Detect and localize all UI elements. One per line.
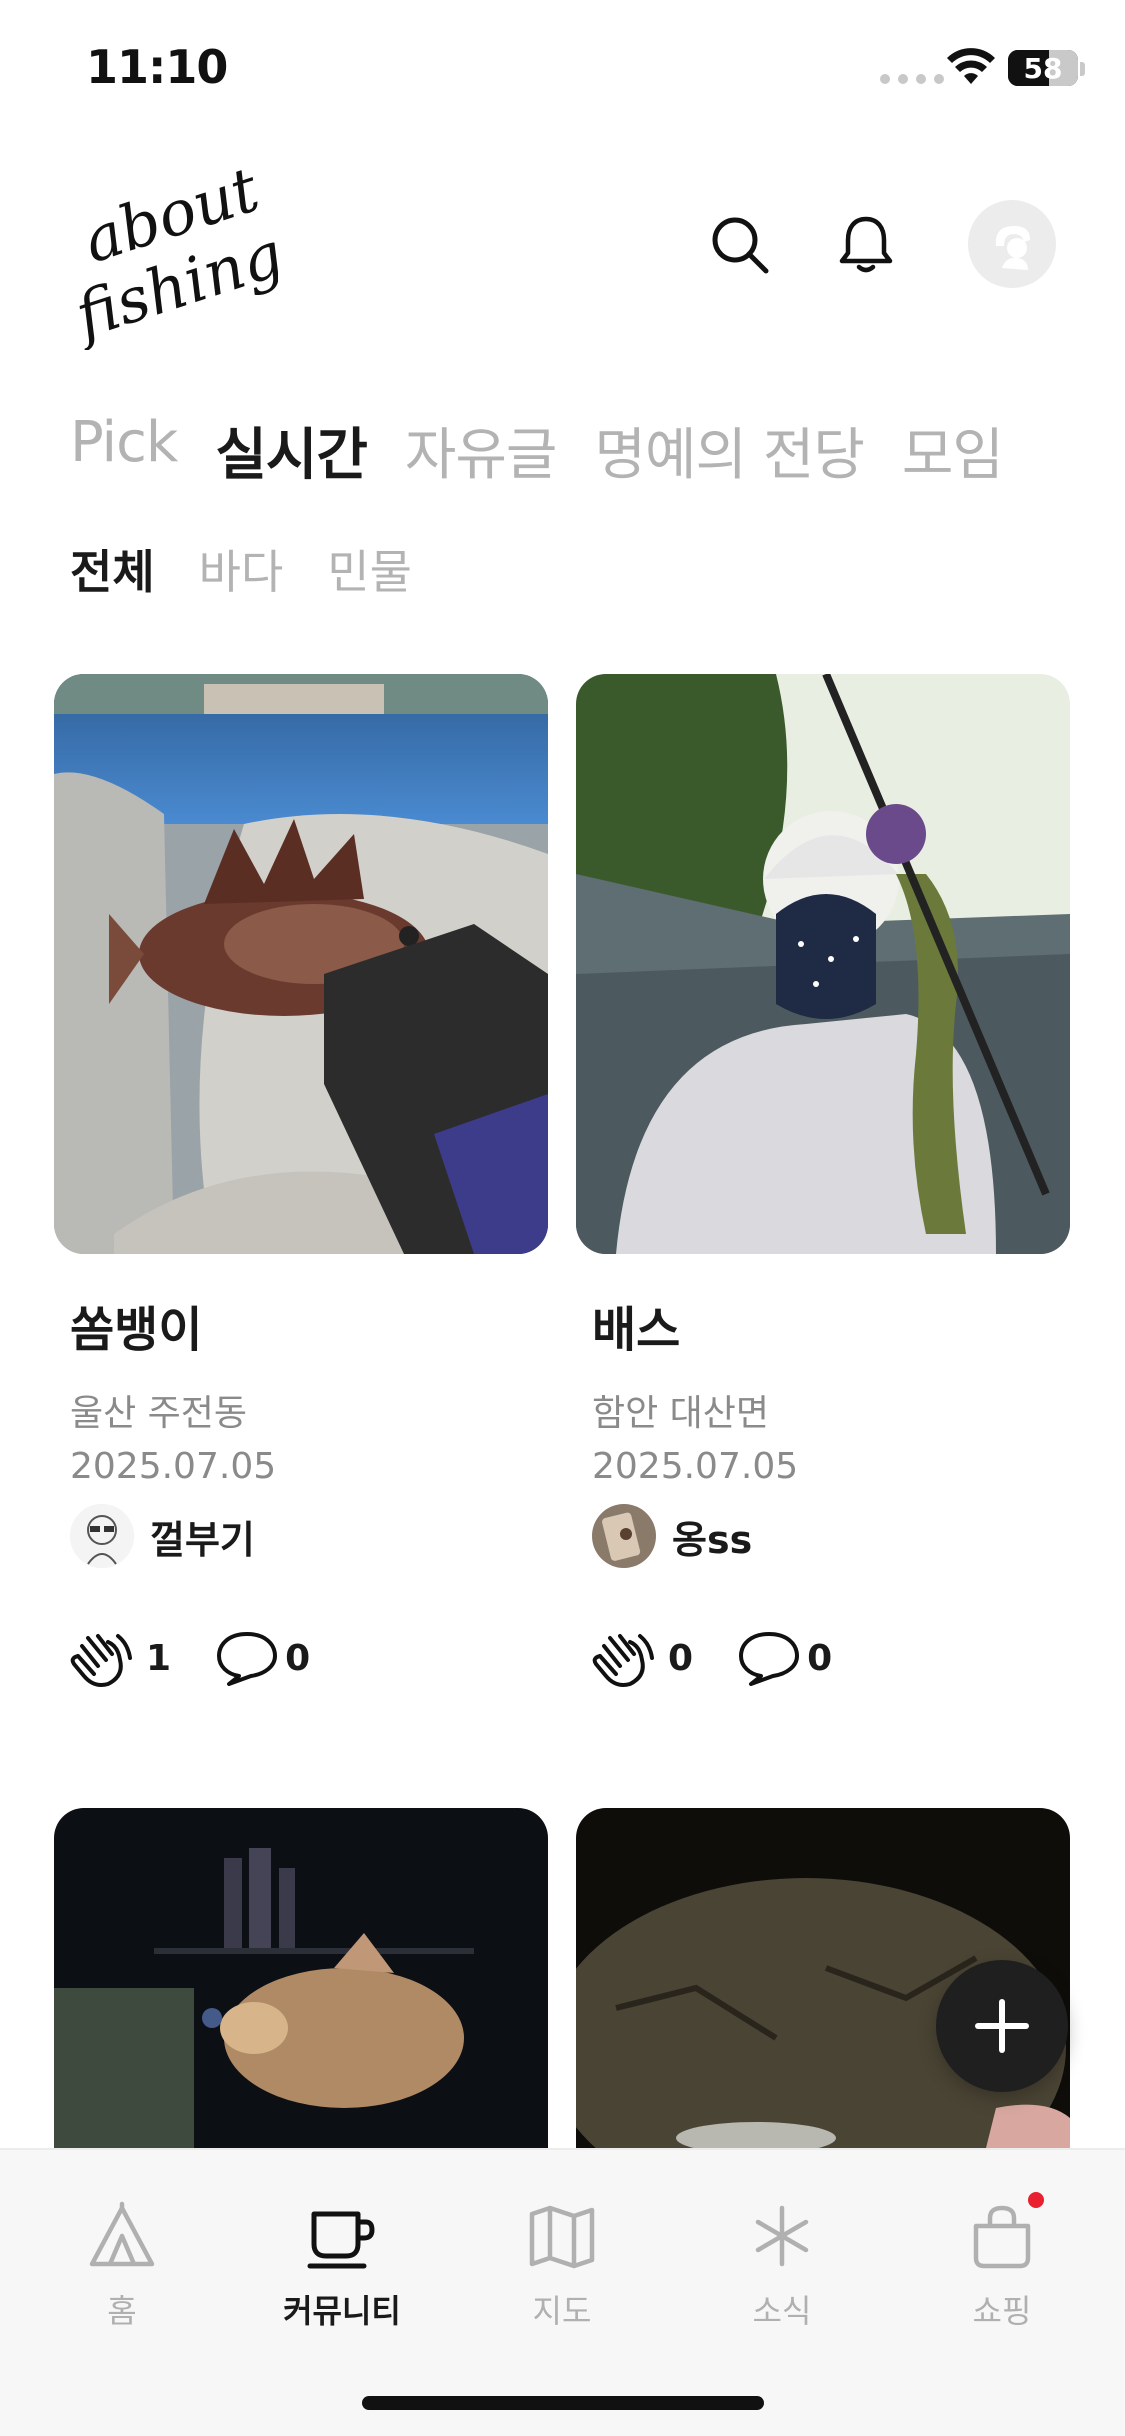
create-post-button[interactable] bbox=[936, 1960, 1068, 2092]
status-time: 11:10 bbox=[86, 40, 228, 94]
nav-label: 지도 bbox=[532, 2292, 592, 2330]
post-card[interactable]: 쏨뱅이 울산 주전동 2025.07.05 껄부기 1 0 bbox=[54, 674, 548, 1687]
asterisk-icon bbox=[746, 2200, 818, 2272]
post-date: 2025.07.05 bbox=[592, 1446, 799, 1487]
author-name: 옹ss bbox=[672, 1517, 753, 1562]
comment-icon bbox=[217, 1632, 278, 1686]
comment-count: 0 bbox=[807, 1637, 833, 1679]
plus-icon bbox=[975, 1999, 1029, 2053]
post-card[interactable]: 배스 함안 대산면 2025.07.05 옹ss 0 0 bbox=[576, 674, 1070, 1687]
nav-label: 홈 bbox=[107, 2292, 137, 2330]
map-icon bbox=[526, 2200, 598, 2272]
profile-avatar[interactable] bbox=[968, 200, 1056, 288]
shopping-bag-icon bbox=[966, 2192, 1044, 2272]
author-avatar bbox=[70, 1504, 134, 1568]
nav-item-news[interactable]: 소식 bbox=[702, 2200, 862, 2332]
post-card[interactable] bbox=[54, 1808, 548, 2148]
post-location: 함안 대산면 bbox=[592, 1393, 770, 1434]
clap-button[interactable]: 0 bbox=[590, 1626, 693, 1690]
post-location: 울산 주전동 bbox=[70, 1393, 248, 1434]
comment-button[interactable]: 0 bbox=[737, 1628, 832, 1688]
cup-icon bbox=[306, 2200, 378, 2272]
comment-icon bbox=[739, 1632, 800, 1686]
notifications-button[interactable] bbox=[826, 205, 906, 285]
main-tabs: Pick 실시간 자유글 명예의 전당 모임 bbox=[70, 410, 1004, 491]
home-indicator bbox=[362, 2396, 764, 2410]
author-avatar bbox=[592, 1504, 656, 1568]
post-author[interactable]: 옹ss bbox=[592, 1502, 752, 1570]
post-title: 배스 bbox=[592, 1302, 681, 1358]
post-title: 쏨뱅이 bbox=[70, 1302, 203, 1358]
nav-item-shopping[interactable]: 쇼핑 bbox=[922, 2192, 1082, 2332]
tab-free-posts[interactable]: 자유글 bbox=[405, 410, 558, 491]
clap-icon bbox=[70, 1634, 132, 1687]
battery-percent: 58 bbox=[1023, 52, 1063, 85]
subtab-freshwater[interactable]: 민물 bbox=[327, 536, 412, 602]
comment-count: 0 bbox=[285, 1637, 311, 1679]
cellular-signal-icon bbox=[880, 74, 944, 84]
post-photo[interactable] bbox=[54, 1808, 548, 2148]
author-name: 껄부기 bbox=[150, 1517, 255, 1562]
clap-count: 0 bbox=[668, 1637, 694, 1679]
clap-icon bbox=[592, 1634, 654, 1687]
post-date: 2025.07.05 bbox=[70, 1446, 277, 1487]
user-avatar-icon bbox=[995, 226, 1030, 270]
bell-icon bbox=[839, 216, 893, 273]
nav-item-home[interactable]: 홈 bbox=[42, 2200, 202, 2332]
nav-item-map[interactable]: 지도 bbox=[482, 2200, 642, 2332]
post-stats: 1 0 bbox=[68, 1626, 354, 1690]
tab-hall-of-fame[interactable]: 명예의 전당 bbox=[594, 410, 864, 491]
nav-label: 소식 bbox=[752, 2292, 812, 2330]
nav-item-community[interactable]: 커뮤니티 bbox=[262, 2200, 422, 2332]
nav-label: 쇼핑 bbox=[972, 2292, 1032, 2330]
post-photo[interactable] bbox=[54, 674, 548, 1254]
app-logo[interactable]: about fishing bbox=[68, 150, 278, 350]
tab-pick[interactable]: Pick bbox=[70, 410, 178, 491]
tab-meetups[interactable]: 모임 bbox=[902, 410, 1004, 491]
clap-button[interactable]: 1 bbox=[68, 1626, 171, 1690]
search-button[interactable] bbox=[700, 205, 780, 285]
comment-button[interactable]: 0 bbox=[215, 1628, 310, 1688]
bottom-navigation: 홈 커뮤니티 지도 소식 쇼핑 bbox=[0, 2148, 1125, 2436]
status-bar: 11:10 58 bbox=[0, 0, 1125, 140]
tab-realtime[interactable]: 실시간 bbox=[215, 410, 368, 491]
notification-badge bbox=[1028, 2192, 1044, 2208]
search-icon bbox=[712, 217, 769, 274]
tent-icon bbox=[86, 2200, 158, 2272]
post-photo[interactable] bbox=[576, 674, 1070, 1254]
nav-label: 커뮤니티 bbox=[283, 2292, 401, 2330]
subtab-sea[interactable]: 바다 bbox=[199, 536, 284, 602]
battery-icon: 58 bbox=[1008, 50, 1078, 86]
post-author[interactable]: 껄부기 bbox=[70, 1502, 255, 1570]
subtab-all[interactable]: 전체 bbox=[70, 536, 155, 602]
clap-count: 1 bbox=[146, 1637, 172, 1679]
sub-tabs: 전체 바다 민물 bbox=[70, 536, 412, 602]
wifi-icon bbox=[947, 48, 995, 84]
post-stats: 0 0 bbox=[590, 1626, 876, 1690]
